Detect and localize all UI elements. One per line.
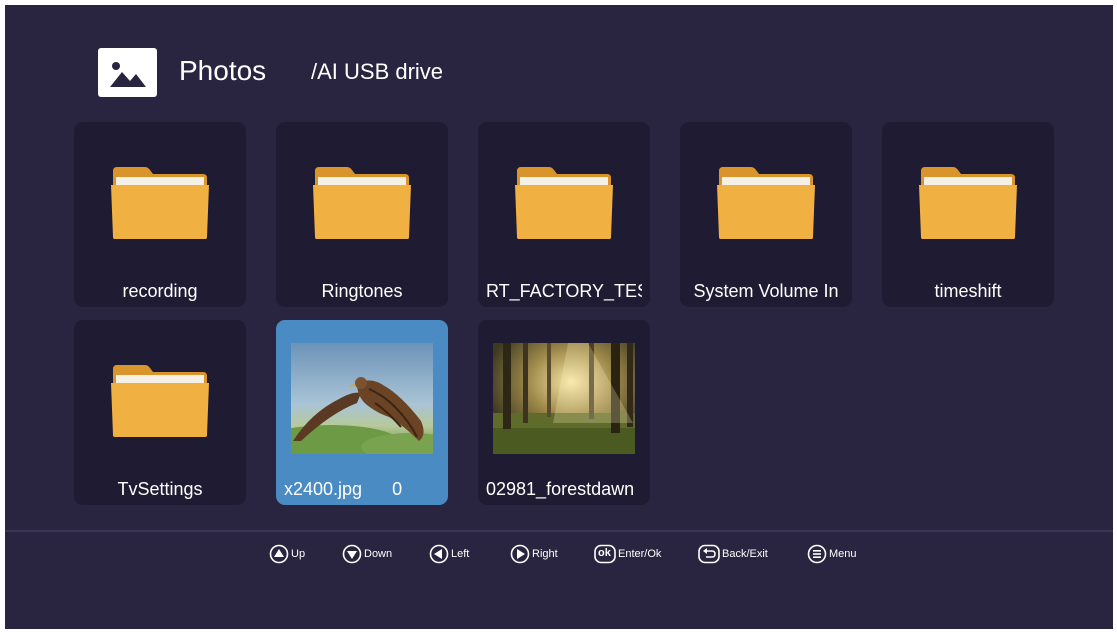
hint-enter-ok: ok Enter/Ok xyxy=(594,543,661,565)
hint-label: Back/Exit xyxy=(722,548,768,560)
hint-down: Down xyxy=(342,543,392,565)
folder-icon xyxy=(111,365,209,437)
item-label: recording xyxy=(122,281,198,301)
left-arrow-icon xyxy=(429,544,449,564)
divider xyxy=(5,530,1113,532)
hint-up: Up xyxy=(269,543,305,565)
ok-icon-label: ok xyxy=(598,547,611,559)
folder-tile-system-volume[interactable]: System Volume In xyxy=(680,122,852,307)
item-label: timeshift xyxy=(934,281,1002,301)
item-label: System Volume In xyxy=(693,281,839,301)
forest-thumbnail xyxy=(493,343,635,454)
folder-tile-timeshift[interactable]: timeshift xyxy=(882,122,1054,307)
menu-icon xyxy=(807,544,827,564)
photo-icon xyxy=(98,48,157,97)
folder-tile-rt-factory-test[interactable]: RT_FACTORY_TEST xyxy=(478,122,650,307)
image-tile-eagle[interactable]: x2400.jpg 0 xyxy=(276,320,448,505)
file-browser-screen: Photos /AI USB drive recording Ringtones… xyxy=(5,5,1113,629)
hint-label: Up xyxy=(291,548,306,560)
hint-left: Left xyxy=(429,543,469,565)
item-label: Ringtones xyxy=(321,281,403,301)
hint-back-exit: Back/Exit xyxy=(698,543,768,565)
folder-tile-tvsettings[interactable]: TvSettings xyxy=(74,320,246,505)
folder-icon xyxy=(515,167,613,239)
hint-label: Down xyxy=(364,548,393,560)
folder-tile-ringtones[interactable]: Ringtones xyxy=(276,122,448,307)
help-bar: Up Down Left Right ok Enter/Ok Back/Exit… xyxy=(5,540,1113,570)
folder-icon xyxy=(717,167,815,239)
image-tile-forest[interactable]: 02981_forestdawn xyxy=(478,320,650,505)
right-arrow-icon xyxy=(510,544,530,564)
hint-label: Right xyxy=(532,548,558,560)
item-label: x2400.jpg 0 xyxy=(284,479,403,499)
folder-icon xyxy=(313,167,411,239)
item-label: TvSettings xyxy=(117,479,203,499)
hint-label: Enter/Ok xyxy=(618,548,662,560)
item-label: RT_FACTORY_TEST xyxy=(486,281,642,301)
hint-right: Right xyxy=(510,543,558,565)
up-arrow-icon xyxy=(269,544,289,564)
folder-icon xyxy=(919,167,1017,239)
hint-menu: Menu xyxy=(807,543,857,565)
item-label: 02981_forestdawn xyxy=(486,479,635,499)
back-icon xyxy=(698,544,720,564)
down-arrow-icon xyxy=(342,544,362,564)
hint-label: Menu xyxy=(829,548,857,560)
current-path: /AI USB drive xyxy=(311,59,444,84)
page-title: Photos xyxy=(179,55,267,86)
hint-label: Left xyxy=(451,548,470,560)
folder-tile-recording[interactable]: recording xyxy=(74,122,246,307)
eagle-thumbnail xyxy=(291,343,433,454)
folder-icon xyxy=(111,167,209,239)
